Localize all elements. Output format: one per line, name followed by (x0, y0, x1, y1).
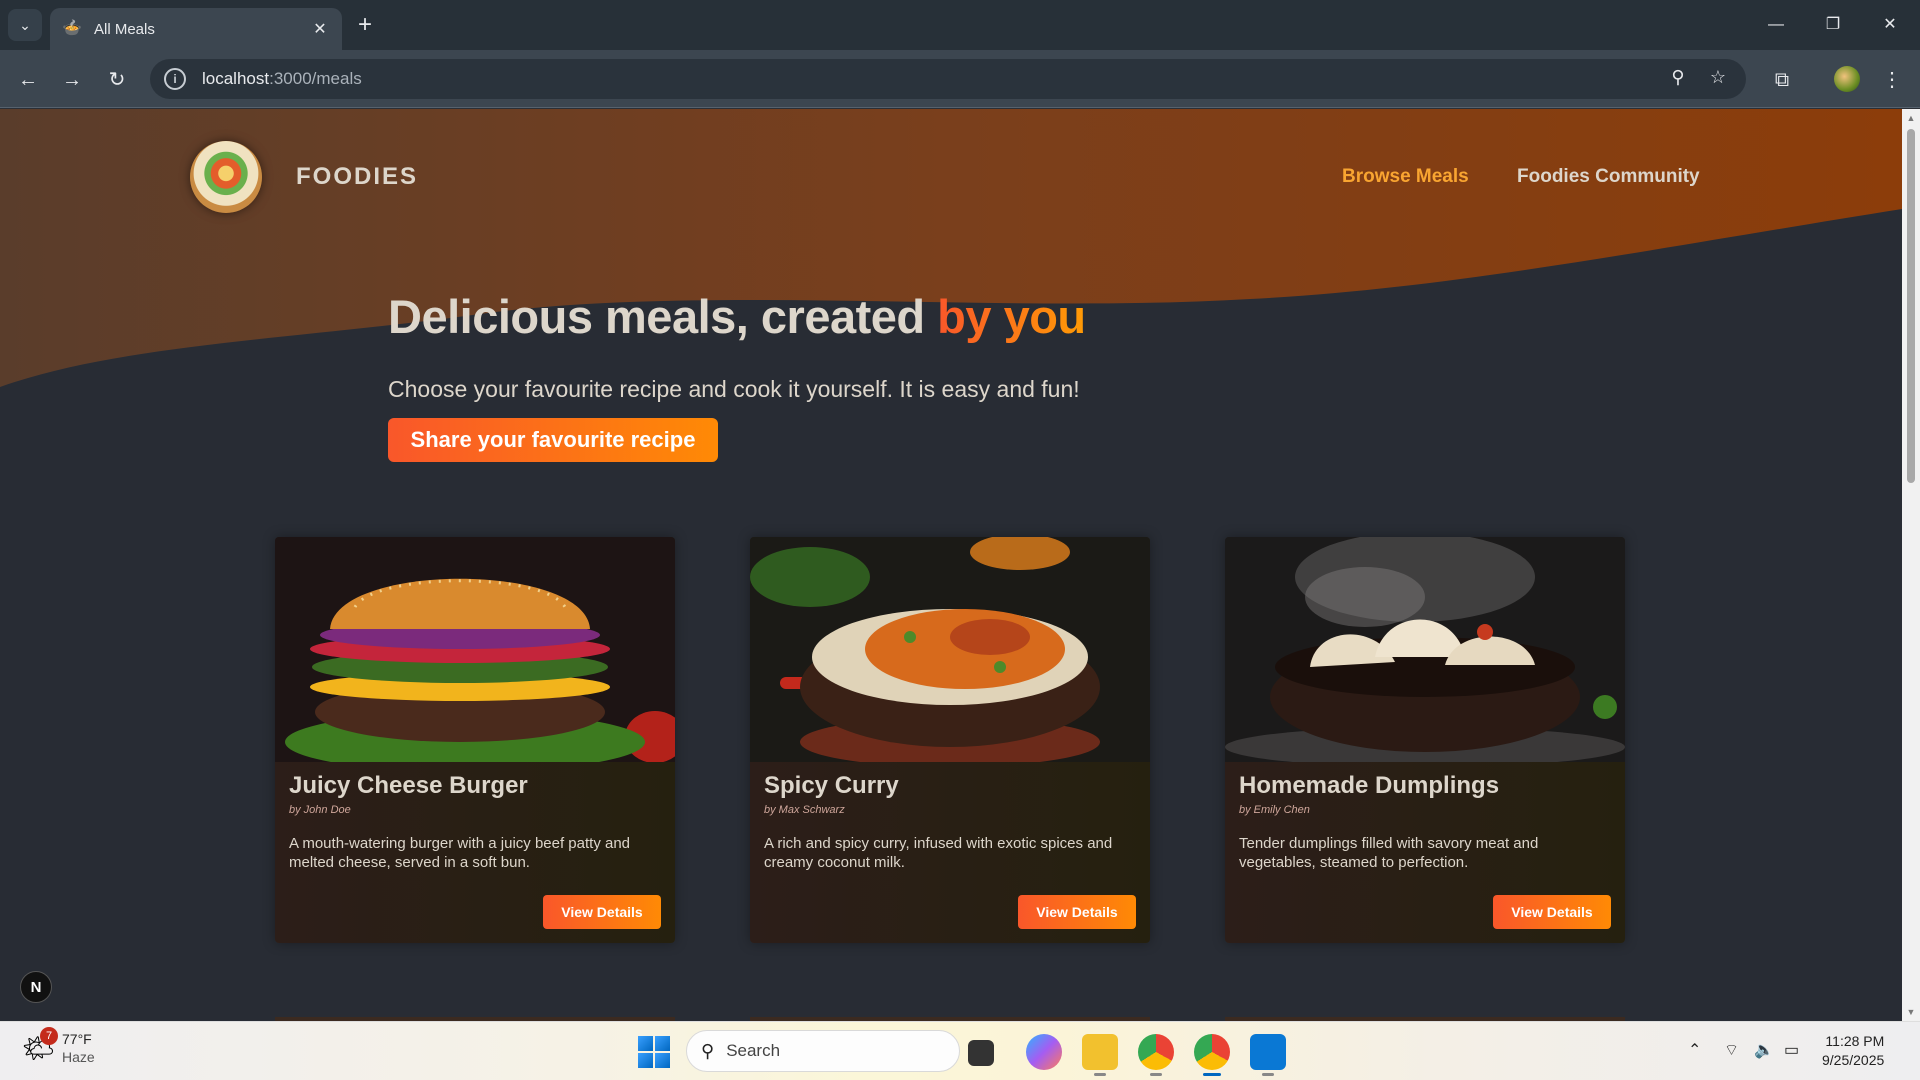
meal-summary: Tender dumplings filled with savory meat… (1239, 835, 1539, 871)
system-clock[interactable]: 11:28 PM 9/25/2025 (1822, 1032, 1884, 1070)
browser-toolbar: ← → ↻ i localhost:3000/meals ⚲ ☆ ⧉ ⋮ (0, 50, 1920, 108)
nextjs-dev-indicator[interactable]: N (20, 971, 52, 1003)
clock-time: 11:28 PM (1825, 1033, 1885, 1049)
dumplings-image (1225, 537, 1625, 762)
page-scrollbar[interactable]: ▲ ▼ (1902, 109, 1920, 1021)
windows-start-icon[interactable] (638, 1036, 670, 1068)
logo-text: FOODIES (296, 163, 419, 190)
weather-badge: 7 (40, 1027, 58, 1045)
file-explorer-icon[interactable] (1082, 1034, 1118, 1076)
weather-widget[interactable]: 🌤 7 77°F Haze (22, 1027, 95, 1066)
back-button[interactable]: ← (12, 64, 44, 96)
tray-overflow-icon[interactable]: ⌃ (1688, 1040, 1701, 1060)
browser-tab-strip: ⌄ 🍲 All Meals ✕ + — ❐ ✕ (0, 0, 1920, 50)
clock-date: 9/25/2025 (1822, 1052, 1885, 1068)
scroll-up-icon[interactable]: ▲ (1906, 113, 1916, 123)
meal-author: by Max Schwarz (764, 804, 845, 816)
active-tab[interactable]: 🍲 All Meals ✕ (50, 8, 342, 50)
url-text[interactable]: localhost:3000/meals (202, 69, 362, 89)
meal-summary: A mouth-watering burger with a juicy bee… (289, 835, 631, 871)
meal-author: by Emily Chen (1239, 804, 1310, 816)
burger-image (275, 537, 675, 762)
taskbar-search[interactable]: ⚲ Search (686, 1030, 960, 1072)
zoom-icon[interactable]: ⚲ (1666, 67, 1690, 88)
chrome-icon[interactable] (1138, 1034, 1174, 1076)
hero-title: Delicious meals, created by you (388, 290, 1086, 343)
bookmark-star-icon[interactable]: ☆ (1706, 67, 1730, 88)
logo-food-plate-icon (190, 141, 262, 213)
search-icon: ⚲ (701, 1040, 715, 1061)
nav-browse-meals[interactable]: Browse Meals (1342, 166, 1469, 188)
site-logo[interactable]: FOODIES (190, 141, 418, 213)
new-tab-button[interactable]: + (352, 12, 378, 38)
meal-title: Spicy Curry (764, 772, 899, 799)
meal-title: Juicy Cheese Burger (289, 772, 528, 799)
meal-author: by John Doe (289, 804, 351, 816)
view-details-button[interactable]: View Details (1493, 895, 1611, 929)
browser-menu-icon[interactable]: ⋮ (1876, 64, 1908, 96)
tab-search-button[interactable]: ⌄ (8, 9, 42, 41)
meal-summary: A rich and spicy curry, infused with exo… (764, 835, 1113, 871)
window-close-button[interactable]: ✕ (1870, 10, 1910, 40)
tab-title: All Meals (94, 20, 155, 38)
hero-subtitle: Choose your favourite recipe and cook it… (388, 376, 1080, 402)
tab-favicon-icon: 🍲 (62, 20, 82, 37)
meal-card-curry: Spicy Curry by Max Schwarz A rich and sp… (750, 537, 1150, 943)
profile-avatar[interactable] (1834, 66, 1860, 92)
site-info-icon[interactable]: i (164, 68, 186, 90)
meal-card-dumplings: Homemade Dumplings by Emily Chen Tender … (1225, 537, 1625, 943)
wifi-icon[interactable]: ⌔ (1724, 1040, 1739, 1060)
curry-image (750, 537, 1150, 762)
scroll-down-icon[interactable]: ▼ (1906, 1007, 1916, 1017)
view-details-button[interactable]: View Details (1018, 895, 1136, 929)
site-header: FOODIES Browse Meals Foodies Community (0, 109, 1902, 249)
tab-close-icon[interactable]: ✕ (310, 19, 330, 39)
search-label: Search (726, 1041, 781, 1060)
copilot-icon[interactable] (1026, 1034, 1062, 1070)
task-view-icon[interactable] (968, 1040, 994, 1066)
extensions-icon[interactable]: ⧉ (1766, 64, 1798, 96)
windows-taskbar: 🌤 7 77°F Haze ⚲ Search ⌃ ⌔ 🔈 ▭ 11:28 PM … (0, 1021, 1920, 1080)
address-bar[interactable]: i localhost:3000/meals ⚲ ☆ (150, 59, 1746, 99)
weather-haze-icon: 🌤 7 (22, 1027, 58, 1065)
chrome-profile-icon[interactable] (1194, 1034, 1230, 1076)
minimize-button[interactable]: — (1756, 10, 1796, 40)
page-viewport: FOODIES Browse Meals Foodies Community D… (0, 109, 1902, 1021)
share-recipe-button[interactable]: Share your favourite recipe (388, 418, 718, 462)
forward-button[interactable]: → (56, 64, 88, 96)
nav-foodies-community[interactable]: Foodies Community (1517, 166, 1700, 188)
volume-icon[interactable]: 🔈 (1754, 1040, 1774, 1060)
restore-button[interactable]: ❐ (1813, 10, 1853, 40)
weather-desc: Haze (62, 1049, 95, 1065)
weather-temp: 77°F (62, 1031, 92, 1047)
meal-title: Homemade Dumplings (1239, 772, 1500, 799)
battery-icon[interactable]: ▭ (1784, 1040, 1799, 1060)
reload-button[interactable]: ↻ (101, 64, 133, 96)
vscode-icon[interactable] (1250, 1034, 1286, 1076)
meal-card-burger: Juicy Cheese Burger by John Doe A mouth-… (275, 537, 675, 943)
view-details-button[interactable]: View Details (543, 895, 661, 929)
scroll-thumb[interactable] (1907, 129, 1915, 483)
